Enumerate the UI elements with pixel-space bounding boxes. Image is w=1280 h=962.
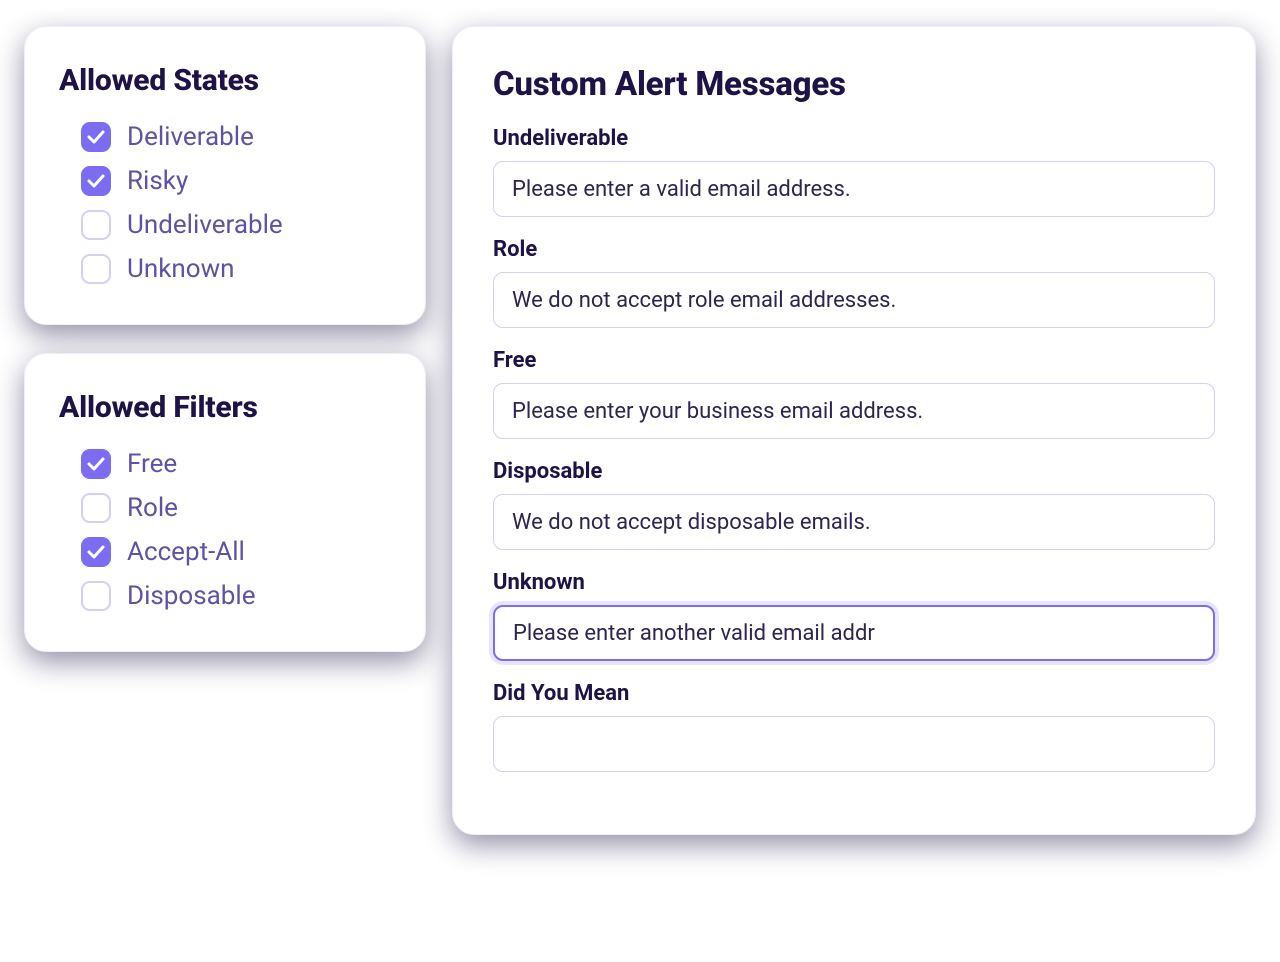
filter-label-accept-all: Accept-All	[127, 537, 245, 567]
alert-field-disposable: Disposable	[493, 459, 1215, 550]
alert-input-disposable[interactable]	[493, 494, 1215, 550]
alert-input-free[interactable]	[493, 383, 1215, 439]
alert-input-did-you-mean[interactable]	[493, 716, 1215, 772]
allowed-filters-list: Free Role Accept-All Disposable	[59, 449, 391, 611]
state-item-undeliverable[interactable]: Undeliverable	[81, 210, 391, 240]
alert-label-role: Role	[493, 237, 1215, 262]
state-label-risky: Risky	[127, 166, 188, 196]
filter-item-role[interactable]: Role	[81, 493, 391, 523]
filter-checkbox-disposable[interactable]	[81, 581, 111, 611]
state-item-risky[interactable]: Risky	[81, 166, 391, 196]
state-label-deliverable: Deliverable	[127, 122, 254, 152]
filter-checkbox-accept-all[interactable]	[81, 537, 111, 567]
filter-item-accept-all[interactable]: Accept-All	[81, 537, 391, 567]
alert-label-disposable: Disposable	[493, 459, 1215, 484]
filter-label-disposable: Disposable	[127, 581, 256, 611]
alert-field-did-you-mean: Did You Mean	[493, 681, 1215, 772]
filter-checkbox-role[interactable]	[81, 493, 111, 523]
allowed-states-card: Allowed States Deliverable Risky Undeliver…	[24, 26, 426, 325]
state-item-unknown[interactable]: Unknown	[81, 254, 391, 284]
state-checkbox-risky[interactable]	[81, 166, 111, 196]
state-label-undeliverable: Undeliverable	[127, 210, 283, 240]
state-checkbox-deliverable[interactable]	[81, 122, 111, 152]
alert-label-unknown: Unknown	[493, 570, 1215, 595]
alert-input-unknown[interactable]	[493, 605, 1215, 661]
state-checkbox-undeliverable[interactable]	[81, 210, 111, 240]
allowed-states-title: Allowed States	[59, 63, 391, 98]
alert-input-undeliverable[interactable]	[493, 161, 1215, 217]
filter-item-disposable[interactable]: Disposable	[81, 581, 391, 611]
filter-label-free: Free	[127, 449, 177, 479]
state-item-deliverable[interactable]: Deliverable	[81, 122, 391, 152]
alert-field-undeliverable: Undeliverable	[493, 126, 1215, 217]
filter-item-free[interactable]: Free	[81, 449, 391, 479]
alert-label-undeliverable: Undeliverable	[493, 126, 1215, 151]
custom-alert-card: Custom Alert Messages Undeliverable Role F…	[452, 26, 1256, 835]
state-label-unknown: Unknown	[127, 254, 234, 284]
custom-alert-title: Custom Alert Messages	[493, 65, 1215, 104]
alert-field-free: Free	[493, 348, 1215, 439]
alert-label-did-you-mean: Did You Mean	[493, 681, 1215, 706]
filter-checkbox-free[interactable]	[81, 449, 111, 479]
alert-label-free: Free	[493, 348, 1215, 373]
state-checkbox-unknown[interactable]	[81, 254, 111, 284]
allowed-filters-title: Allowed Filters	[59, 390, 391, 425]
alert-field-role: Role	[493, 237, 1215, 328]
filter-label-role: Role	[127, 493, 178, 523]
alert-fields: Undeliverable Role Free Disposable Unknown Di…	[493, 126, 1215, 772]
allowed-states-list: Deliverable Risky Undeliverable Unknown	[59, 122, 391, 284]
alert-input-role[interactable]	[493, 272, 1215, 328]
allowed-filters-card: Allowed Filters Free Role Accept-All Dispos…	[24, 353, 426, 652]
alert-field-unknown: Unknown	[493, 570, 1215, 661]
